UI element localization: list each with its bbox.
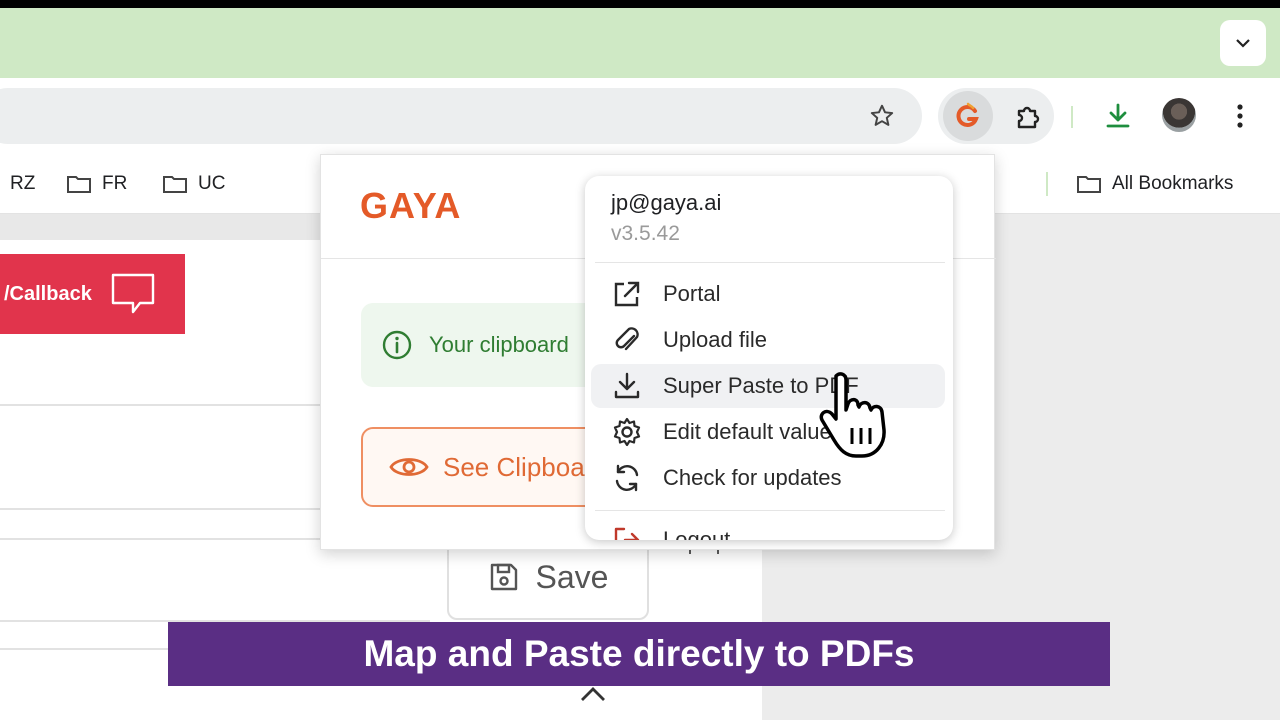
version-label: v3.5.42: [611, 222, 680, 245]
menu-item-logout[interactable]: Logout: [591, 518, 945, 540]
chevron-down-icon: [1236, 39, 1250, 48]
account-dropdown-menu: jp@gaya.ai v3.5.42 Portal Upload file Su…: [585, 176, 953, 540]
see-clipboard-label: See Clipboa: [443, 451, 585, 482]
gaya-extension-button[interactable]: [943, 91, 993, 141]
gear-icon: [613, 417, 641, 447]
star-icon: [870, 104, 894, 126]
hand-cursor-icon: [819, 372, 886, 458]
extensions-button[interactable]: [1006, 94, 1050, 138]
logout-icon: [614, 527, 640, 540]
save-label: Save: [535, 558, 609, 595]
divider: [0, 508, 320, 510]
refresh-icon: [615, 464, 639, 492]
menu-item-label: Upload file: [663, 327, 767, 352]
eye-icon: [389, 458, 429, 476]
info-text: Your clipboard: [429, 332, 569, 357]
chat-bubble-icon: [111, 273, 155, 314]
downloads-button[interactable]: [1096, 94, 1140, 138]
paperclip-icon: [615, 327, 639, 351]
menu-item-label: Logout: [663, 527, 731, 540]
callback-label: /Callback: [4, 282, 92, 305]
info-icon: [382, 330, 412, 360]
bookmark-label: UC: [198, 173, 226, 194]
gaya-logo: GAYA: [360, 185, 462, 226]
bookmarks-separator: [1046, 172, 1048, 196]
video-caption: Map and Paste directly to PDFs: [168, 622, 1110, 686]
folder-icon: [67, 176, 91, 193]
menu-item-check-for-updates[interactable]: Check for updates: [591, 456, 945, 500]
menu-item-label: Check for updates: [663, 465, 842, 490]
toolbar-separator: [1071, 106, 1073, 128]
all-bookmarks-button[interactable]: All Bookmarks: [1076, 154, 1233, 214]
browser-menu-button[interactable]: [1220, 94, 1260, 138]
download-icon: [1106, 103, 1130, 128]
floppy-disk-icon: [490, 563, 517, 591]
more-vertical-icon: [1237, 104, 1243, 128]
bookmark-rz[interactable]: RZ: [10, 154, 35, 214]
bookmark-label: All Bookmarks: [1112, 173, 1234, 194]
account-email: jp@gaya.ai: [611, 190, 722, 215]
external-link-icon: [614, 281, 640, 307]
browser-toolbar: [0, 78, 1280, 154]
bookmark-label: RZ: [10, 173, 36, 194]
divider: [0, 404, 320, 406]
profile-avatar[interactable]: [1162, 98, 1196, 132]
screen: RZ FR UC All Bookmarks /Callback Save GA…: [0, 8, 1280, 720]
browser-titlebar: [0, 8, 1280, 78]
bookmark-folder-uc[interactable]: UC: [162, 154, 225, 214]
puzzle-icon: [1017, 106, 1040, 129]
folder-icon: [163, 176, 187, 193]
address-bar[interactable]: [0, 88, 922, 144]
chevron-up-icon[interactable]: [578, 684, 608, 704]
folder-icon: [1077, 176, 1101, 193]
menu-item-portal[interactable]: Portal: [591, 272, 945, 316]
bookmark-star-button[interactable]: [862, 96, 902, 136]
bookmark-label: FR: [102, 173, 128, 194]
bookmark-folder-fr[interactable]: FR: [66, 154, 127, 214]
callback-button[interactable]: /Callback: [0, 254, 185, 334]
download-icon: [614, 372, 640, 399]
gaya-logo-icon: [956, 102, 979, 127]
menu-divider: [595, 510, 945, 511]
menu-item-upload-file[interactable]: Upload file: [591, 318, 945, 362]
tab-search-button[interactable]: [1220, 20, 1266, 66]
menu-divider: [595, 262, 945, 263]
menu-item-label: Portal: [663, 281, 721, 306]
